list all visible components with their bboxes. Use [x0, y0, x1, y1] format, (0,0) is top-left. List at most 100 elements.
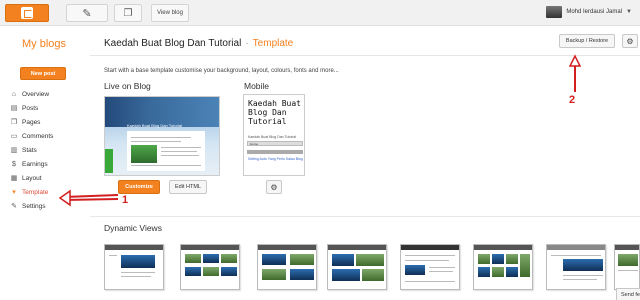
intro-text: Start with a base template customise you… [104, 68, 339, 74]
mobile-settings-button[interactable]: ⚙ [266, 180, 282, 194]
thumb-image [290, 269, 314, 280]
sidebar-item-label: Template [22, 188, 49, 196]
comments-icon: ▭ [10, 133, 18, 140]
thumb-header [401, 245, 459, 250]
preview-text-line [161, 147, 201, 148]
dynamic-view-thumbnail[interactable] [614, 244, 640, 290]
mobile-heading: Mobile [244, 81, 270, 91]
thumb-image [221, 254, 237, 263]
thumb-image [356, 254, 384, 266]
earnings-icon: $ [12, 160, 16, 168]
thumb-image [332, 269, 360, 281]
thumb-header [474, 245, 532, 250]
thumb-line [551, 255, 601, 256]
my-blogs-link[interactable]: My blogs [22, 38, 66, 50]
thumb-image [262, 269, 286, 280]
preview-sidebar-strip [105, 149, 113, 173]
sidebar-item-overview[interactable]: ⌂ Overview [8, 88, 49, 100]
thumb-image [362, 269, 384, 281]
sidebar-item-layout[interactable]: ▦ Layout [8, 172, 42, 184]
sidebar-item-pages[interactable]: ❐ Pages [8, 116, 41, 128]
pencil-icon: ✎ [82, 7, 92, 20]
pages-icon: ❐ [123, 7, 133, 19]
thumb-header [105, 245, 163, 250]
user-menu[interactable]: Mohd Ierdausi Jamal ▼ [546, 6, 632, 18]
live-on-blog-heading: Live on Blog [104, 81, 151, 91]
thumb-image [262, 254, 286, 265]
sidebar-item-settings[interactable]: ✎ Settings [8, 200, 46, 212]
posts-icon: ▤ [10, 105, 18, 112]
top-bar: ✎ ❐ View blog Mohd Ierdausi Jamal ▼ [0, 0, 640, 26]
blogger-icon [21, 7, 33, 19]
sidebar-item-label: Earnings [22, 160, 48, 168]
mobile-template-preview[interactable]: Kaedah Buat Blog Dan Tutorial Kaedah Bua… [243, 94, 305, 176]
live-template-preview[interactable]: Kaedah Buat Blog Dan Tutorial [104, 96, 220, 176]
thumb-image [185, 254, 201, 263]
mobile-preview-title: Kaedah Buat Blog Dan Tutorial [248, 99, 301, 126]
edit-html-button[interactable]: Edit HTML [169, 180, 207, 194]
thumb-line [563, 275, 603, 276]
mobile-preview-subtitle: Kaedah Buat Blog Dan Tutorial [248, 135, 297, 139]
sidebar-item-comments[interactable]: ▭ Comments [8, 130, 54, 142]
thumb-line [618, 270, 638, 271]
chevron-down-icon: ▼ [626, 9, 632, 15]
dynamic-view-thumbnail[interactable] [327, 244, 387, 290]
view-blog-button[interactable]: View blog [151, 4, 189, 22]
thumb-header [328, 245, 386, 250]
divider [90, 55, 640, 56]
preview-text-line [161, 155, 199, 156]
thumb-line [429, 267, 455, 268]
sidebar-item-earnings[interactable]: $ Earnings [8, 158, 48, 170]
dynamic-view-thumbnail[interactable] [180, 244, 240, 290]
thumb-line [121, 272, 155, 273]
dynamic-view-thumbnail[interactable] [257, 244, 317, 290]
thumb-line [121, 276, 151, 277]
thumb-line [429, 271, 453, 272]
sidebar-item-label: Pages [22, 118, 41, 126]
sidebar-item-template[interactable]: ▾ Template [8, 186, 48, 198]
thumb-line [405, 281, 455, 282]
preview-text-line [131, 137, 191, 138]
customize-button[interactable]: Customize [118, 180, 160, 194]
avatar [546, 6, 563, 18]
blogger-home-button[interactable] [5, 4, 49, 22]
dynamic-view-thumbnail[interactable] [400, 244, 460, 290]
wrench-icon: ✎ [11, 203, 17, 210]
thumb-image [492, 267, 504, 277]
thumb-image [203, 267, 219, 276]
thumb-line [109, 255, 117, 256]
thumb-image [332, 254, 354, 266]
stats-icon: ▥ [10, 147, 18, 154]
dynamic-view-thumbnail[interactable] [473, 244, 533, 290]
sidebar-item-stats[interactable]: ▥ Stats [8, 144, 37, 156]
dynamic-view-thumbnail[interactable] [546, 244, 606, 290]
thumb-header [547, 245, 605, 250]
dynamic-view-thumbnail[interactable] [104, 244, 164, 290]
sidebar-item-label: Settings [22, 202, 46, 210]
gear-icon: ⚙ [626, 36, 634, 46]
pages-top-button[interactable]: ❐ [114, 4, 142, 22]
sidebar-item-posts[interactable]: ▤ Posts [8, 102, 39, 114]
thumb-image [203, 254, 219, 263]
settings-gear-button[interactable]: ⚙ [622, 34, 638, 48]
annotation-arrow-2 [568, 54, 582, 92]
annotation-label-1: 1 [122, 194, 129, 206]
thumb-image [221, 267, 237, 276]
new-post-top-button[interactable]: ✎ [66, 4, 108, 22]
thumb-image [290, 254, 314, 265]
preview-blog-title: Kaedah Buat Blog Dan Tutorial [127, 123, 182, 128]
thumb-image [121, 255, 155, 268]
annotation-arrow-1 [58, 189, 119, 207]
thumb-image [185, 267, 201, 276]
gear-icon: ⚙ [270, 182, 278, 192]
thumb-header [615, 245, 639, 250]
backup-restore-button[interactable]: Backup / Restore [559, 34, 615, 48]
divider [90, 216, 640, 217]
new-post-button[interactable]: New post [20, 67, 66, 80]
thumb-image [492, 254, 504, 264]
thumb-image [478, 254, 490, 264]
thumb-image [506, 267, 518, 277]
preview-post-image [131, 145, 157, 163]
send-feedback-button[interactable]: Send feed [616, 288, 640, 300]
blog-title[interactable]: Kaedah Buat Blog Dan Tutorial [104, 38, 241, 49]
